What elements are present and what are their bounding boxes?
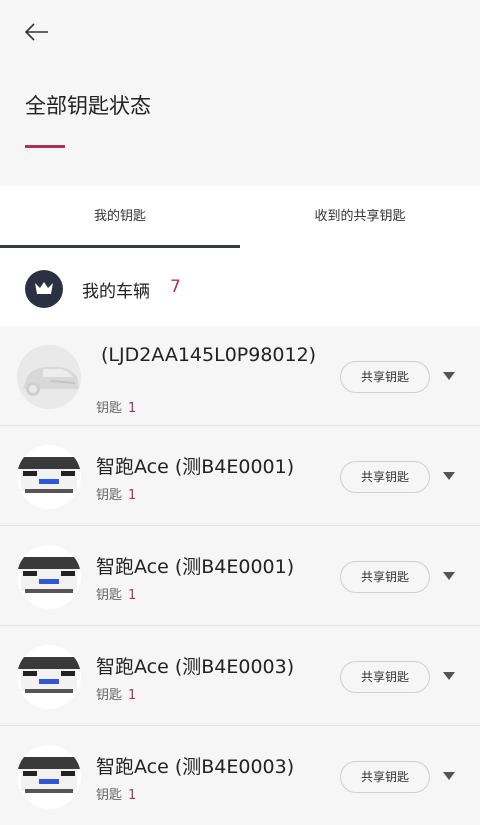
car-photo xyxy=(17,545,81,609)
vehicle-name: (LJD2AA145L0P98012) xyxy=(101,344,317,366)
tab-my-keys[interactable]: 我的钥匙 xyxy=(0,186,240,248)
vehicle-count: 7 xyxy=(170,277,181,297)
chevron-down-icon[interactable] xyxy=(443,572,455,580)
key-count-label: 钥匙 1 xyxy=(96,688,137,703)
car-photo xyxy=(17,745,81,809)
key-count: 1 xyxy=(128,401,137,416)
my-vehicles-header: 我的车辆 7 xyxy=(0,248,480,326)
vehicle-card[interactable]: 智跑Ace (测B4E0003) 钥匙 1 共享钥匙 xyxy=(0,627,480,726)
car-photo xyxy=(17,445,81,509)
key-count-label: 钥匙 1 xyxy=(96,588,137,603)
share-key-button[interactable]: 共享钥匙 xyxy=(340,661,430,693)
share-key-button[interactable]: 共享钥匙 xyxy=(340,561,430,593)
tab-shared-keys[interactable]: 收到的共享钥匙 xyxy=(240,186,480,248)
title-underline xyxy=(25,145,65,148)
header: 全部钥匙状态 xyxy=(0,0,480,186)
chevron-down-icon[interactable] xyxy=(443,772,455,780)
chevron-down-icon[interactable] xyxy=(443,372,455,380)
key-count-label: 钥匙 1 xyxy=(96,488,137,503)
vehicle-name: 智跑Ace (测B4E0001) xyxy=(96,556,295,578)
vehicle-card[interactable]: 智跑Ace (测B4E0001) 钥匙 1 共享钥匙 xyxy=(0,527,480,626)
section-title: 我的车辆 xyxy=(82,282,150,302)
share-key-button[interactable]: 共享钥匙 xyxy=(340,461,430,493)
chevron-down-icon[interactable] xyxy=(443,672,455,680)
car-photo xyxy=(17,645,81,709)
vehicle-card[interactable]: (LJD2AA145L0P98012) 钥匙 1 共享钥匙 xyxy=(0,327,480,426)
key-count-label: 钥匙 1 xyxy=(96,788,137,803)
key-count: 1 xyxy=(128,788,137,803)
vehicle-card[interactable]: 智跑Ace (测B4E0003) 钥匙 1 共享钥匙 xyxy=(0,727,480,825)
vehicle-name: 智跑Ace (测B4E0003) xyxy=(96,656,295,678)
generic-car-icon xyxy=(17,345,81,409)
key-count: 1 xyxy=(128,488,137,503)
key-count: 1 xyxy=(128,588,137,603)
vehicle-name: 智跑Ace (测B4E0003) xyxy=(96,756,295,778)
key-count-label: 钥匙 1 xyxy=(96,401,137,416)
crown-icon xyxy=(25,270,63,308)
key-count: 1 xyxy=(128,688,137,703)
share-key-button[interactable]: 共享钥匙 xyxy=(340,361,430,393)
chevron-down-icon[interactable] xyxy=(443,472,455,480)
vehicle-card[interactable]: 智跑Ace (测B4E0001) 钥匙 1 共享钥匙 xyxy=(0,427,480,526)
back-arrow-icon[interactable] xyxy=(22,20,54,44)
page-title: 全部钥匙状态 xyxy=(25,94,151,118)
tab-bar: 我的钥匙 收到的共享钥匙 xyxy=(0,186,480,248)
share-key-button[interactable]: 共享钥匙 xyxy=(340,761,430,793)
vehicle-name: 智跑Ace (测B4E0001) xyxy=(96,456,295,478)
